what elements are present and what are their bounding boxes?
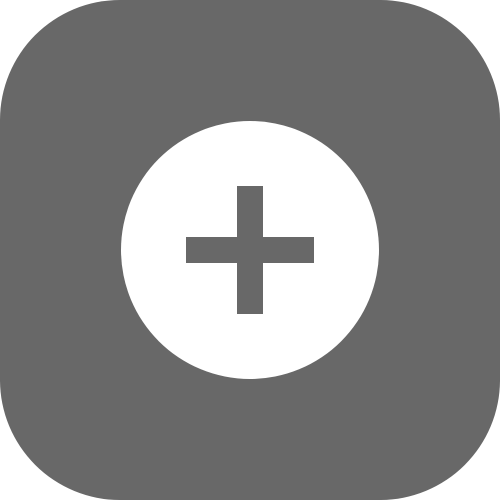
add-app-icon[interactable]	[0, 0, 500, 500]
add-icon	[121, 121, 379, 379]
plus-vertical-bar	[237, 186, 263, 314]
